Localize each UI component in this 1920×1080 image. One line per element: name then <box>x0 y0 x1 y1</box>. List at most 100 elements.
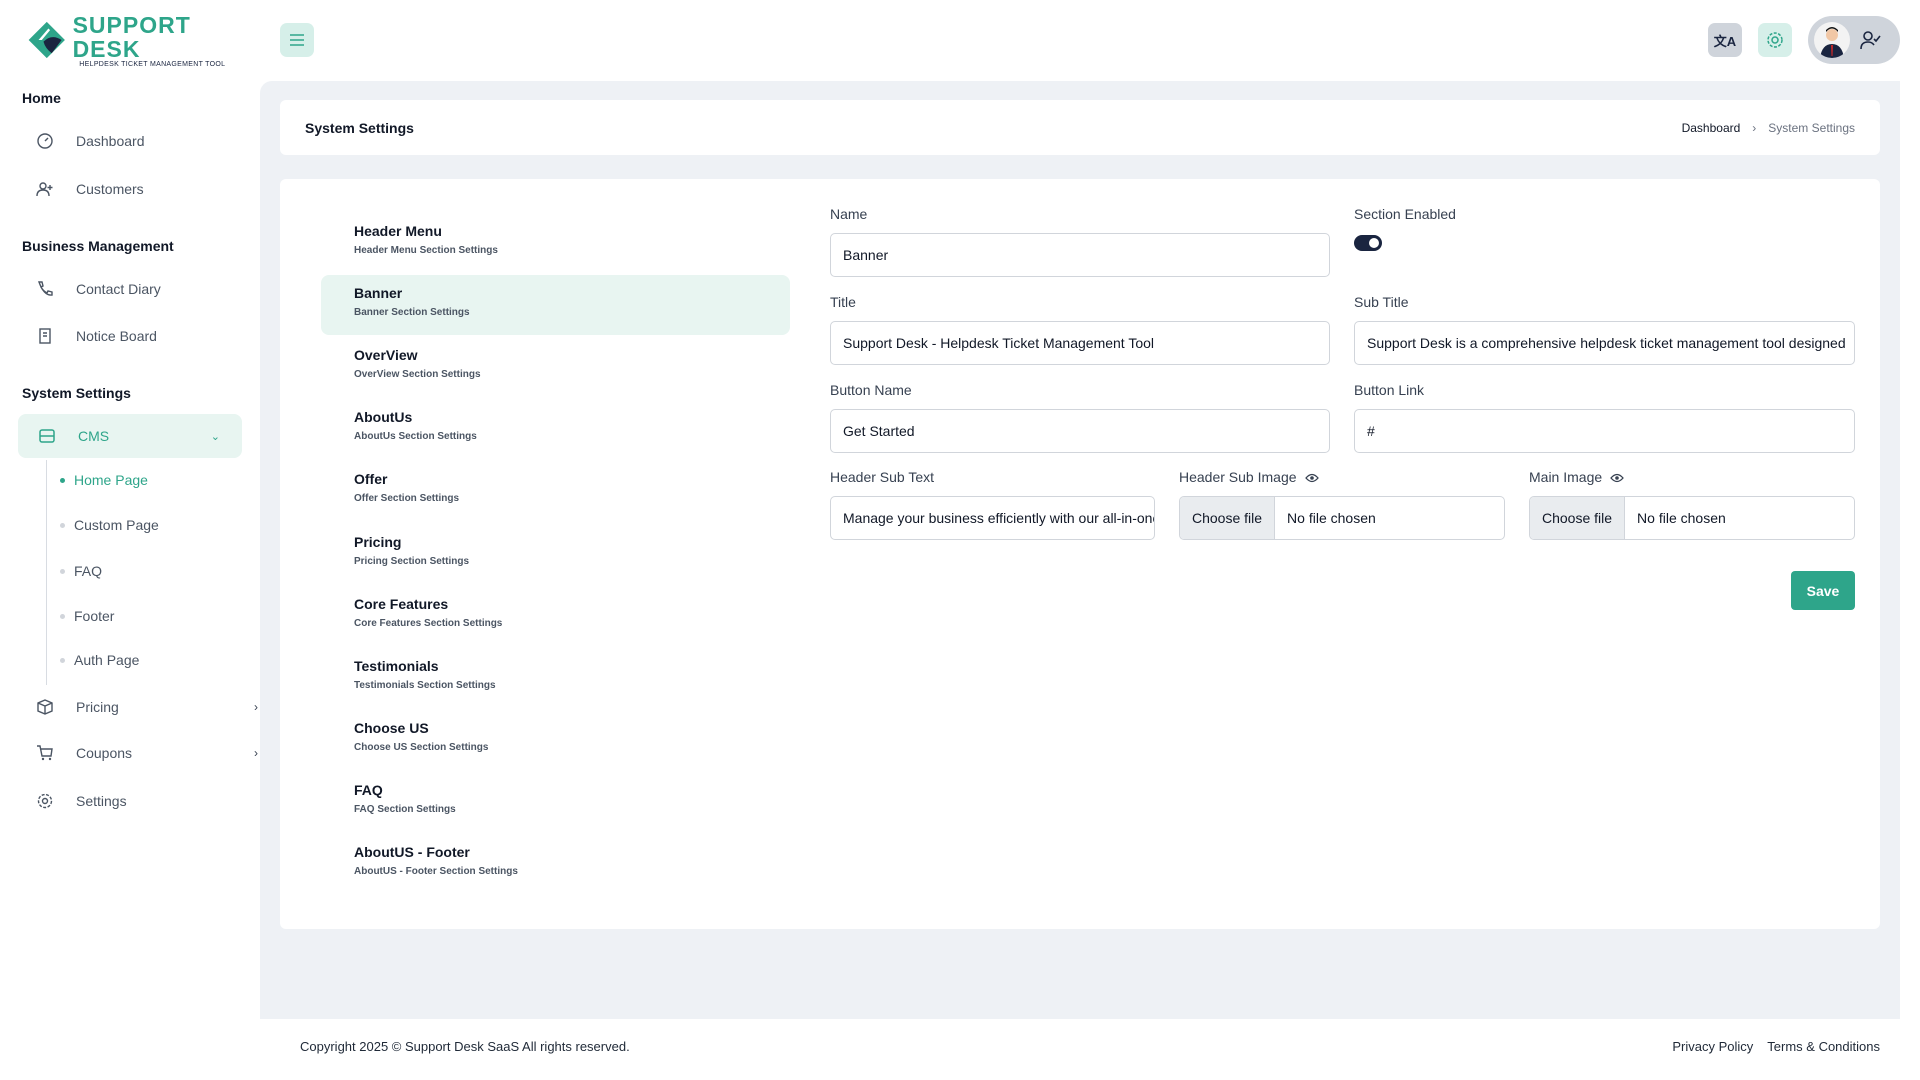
sidebar-item-customers[interactable]: Customers <box>36 174 236 204</box>
section-item[interactable]: Pricing Pricing Section Settings <box>321 524 790 584</box>
chevron-right-icon: › <box>254 746 258 760</box>
main-image-label: Main Image <box>1529 469 1625 485</box>
section-subtitle: FAQ Section Settings <box>354 803 456 815</box>
avatar <box>1814 22 1850 58</box>
brand-name: SUPPORT DESK <box>72 11 191 62</box>
chevron-right-icon: › <box>254 700 258 714</box>
submenu-item-footer[interactable]: Footer <box>60 608 114 624</box>
section-item[interactable]: OverView OverView Section Settings <box>321 337 790 397</box>
section-item[interactable]: Core Features Core Features Section Setti… <box>321 586 790 646</box>
breadcrumb: Dashboard › System Settings <box>1682 121 1855 135</box>
section-subtitle: Pricing Section Settings <box>354 555 470 567</box>
sidebar-item-notice-board[interactable]: Notice Board <box>36 321 236 351</box>
button-name-input[interactable]: Get Started <box>830 409 1330 453</box>
section-item[interactable]: Banner Banner Section Settings <box>321 275 790 336</box>
logo-mark-icon <box>28 21 65 59</box>
section-title: Choose US <box>354 719 429 736</box>
sidebar-item-contact-diary[interactable]: Contact Diary <box>36 274 236 304</box>
submenu-item-faq[interactable]: FAQ <box>60 563 102 579</box>
choose-file-button[interactable]: Choose file <box>1530 497 1626 539</box>
name-input[interactable]: Banner <box>830 233 1330 277</box>
sidebar-item-coupons[interactable]: Coupons › <box>36 738 258 768</box>
section-subtitle: AboutUS - Footer Section Settings <box>354 866 518 877</box>
subtitle-input[interactable]: Support Desk is a comprehensive helpdesk… <box>1354 321 1855 365</box>
section-title: OverView <box>354 347 418 364</box>
section-item[interactable]: Choose US Choose US Section Settings <box>321 710 790 770</box>
chevron-right-icon: › <box>1752 120 1757 135</box>
page-title: System Settings <box>305 119 414 136</box>
cart-icon <box>37 745 53 761</box>
language-button[interactable]: 文A <box>1708 23 1742 57</box>
profile-menu[interactable] <box>1808 16 1900 64</box>
section-item[interactable]: AboutUS - Footer AboutUS - Footer Section… <box>321 834 790 894</box>
header-sub-text-input[interactable]: Manage your business efficiently with ou… <box>830 496 1155 540</box>
privacy-policy-link[interactable]: Privacy Policy <box>1672 1039 1753 1054</box>
gear-icon <box>1767 32 1783 48</box>
eye-icon[interactable] <box>1610 473 1625 483</box>
bullet-icon <box>60 568 65 574</box>
section-subtitle: Testimonials Section Settings <box>354 679 496 691</box>
eye-icon[interactable] <box>1304 473 1319 483</box>
sidebar-item-dashboard[interactable]: Dashboard <box>36 126 236 156</box>
logo[interactable]: SUPPORT DESK HELPDESK TICKET MANAGEMENT T… <box>27 11 232 68</box>
bullet-icon <box>60 613 65 619</box>
section-title: FAQ <box>354 781 383 798</box>
sidebar-item-cms[interactable]: CMS ⌄ <box>18 414 242 458</box>
gear-icon <box>37 793 53 809</box>
button-link-input[interactable]: # <box>1354 409 1855 453</box>
submenu-label: Footer <box>74 608 115 624</box>
header-sub-image-label: Header Sub Image <box>1179 469 1319 485</box>
submenu-label: Auth Page <box>74 652 140 668</box>
sidebar-section-system: System Settings <box>22 385 131 401</box>
sidebar-item-label: Settings <box>76 793 127 809</box>
button-link-label: Button Link <box>1354 382 1425 398</box>
sidebar-section-home: Home <box>22 90 61 106</box>
settings-card: Header Menu Header Menu Section Settings B… <box>280 179 1880 929</box>
settings-button[interactable] <box>1758 23 1792 57</box>
sidebar-section-business: Business Management <box>22 238 174 254</box>
sidebar-item-pricing[interactable]: Pricing › <box>36 692 258 722</box>
sidebar-item-label: Dashboard <box>76 133 145 149</box>
submenu-item-auth-page[interactable]: Auth Page <box>60 652 139 668</box>
bullet-icon <box>60 477 65 483</box>
title-input[interactable]: Support Desk - Helpdesk Ticket Managemen… <box>830 321 1330 365</box>
sidebar-item-settings[interactable]: Settings <box>36 786 236 816</box>
translate-icon: 文A <box>1713 33 1737 49</box>
copyright: Copyright 2025 © Support Desk SaaS All r… <box>300 1039 630 1054</box>
section-item[interactable]: FAQ FAQ Section Settings <box>321 772 790 832</box>
section-title: AboutUS - Footer <box>354 844 470 860</box>
section-item[interactable]: AboutUs AboutUs Section Settings <box>321 399 790 459</box>
section-item[interactable]: Offer Offer Section Settings <box>321 461 790 521</box>
save-button[interactable]: Save <box>1791 571 1855 610</box>
sidebar-item-label: Customers <box>76 181 144 197</box>
submenu-item-home-page[interactable]: Home Page <box>60 472 148 488</box>
sidebar-item-label: Contact Diary <box>76 281 161 297</box>
section-title: Testimonials <box>354 657 439 674</box>
bullet-icon <box>60 522 65 528</box>
section-enabled-toggle[interactable] <box>1354 235 1382 251</box>
menu-toggle-button[interactable] <box>280 23 314 57</box>
section-title: Banner <box>354 285 403 302</box>
submenu-line <box>46 460 47 685</box>
header-sub-image-input[interactable]: Choose file No file chosen <box>1179 496 1505 540</box>
main-image-input[interactable]: Choose file No file chosen <box>1529 496 1855 540</box>
breadcrumb-current: System Settings <box>1768 120 1855 135</box>
breadcrumb-dashboard[interactable]: Dashboard <box>1682 121 1741 135</box>
section-item[interactable]: Header Menu Header Menu Section Settings <box>321 213 790 273</box>
label-text: Header Sub Image <box>1179 469 1297 485</box>
sidebar-item-label: Notice Board <box>76 328 157 344</box>
section-title: Core Features <box>354 595 449 612</box>
submenu-label: Home Page <box>74 472 148 488</box>
terms-link[interactable]: Terms & Conditions <box>1767 1039 1880 1054</box>
file-status: No file chosen <box>1637 510 1726 526</box>
sidebar-item-label: Coupons <box>76 745 133 761</box>
section-subtitle: OverView Section Settings <box>354 369 481 381</box>
submenu-item-custom-page[interactable]: Custom Page <box>60 517 159 533</box>
section-item[interactable]: Testimonials Testimonials Section Setting… <box>321 648 790 708</box>
user-plus-icon <box>36 182 53 197</box>
phone-icon <box>38 281 53 296</box>
section-title: Pricing <box>354 533 402 550</box>
header-sub-text-label: Header Sub Text <box>830 469 935 485</box>
notebook-icon <box>39 328 51 344</box>
choose-file-button[interactable]: Choose file <box>1180 497 1276 539</box>
